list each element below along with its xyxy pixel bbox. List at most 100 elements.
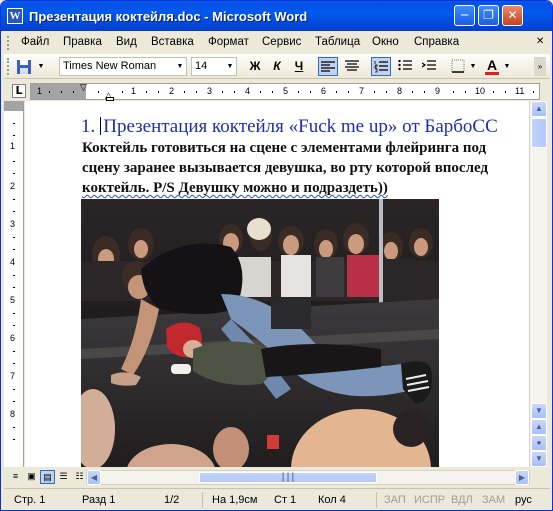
numbered-list-icon	[374, 61, 388, 73]
doc-close-icon[interactable]: ✕	[536, 36, 544, 47]
ruler-tick	[412, 91, 413, 93]
horizontal-scroll-thumb[interactable]: ┃┃┃	[199, 472, 377, 483]
close-button[interactable]: ✕	[502, 5, 523, 26]
ruler-tick	[158, 91, 159, 93]
save-button[interactable]	[14, 57, 34, 76]
status-section[interactable]: Разд 1	[82, 494, 115, 506]
title-bar[interactable]: W Презентация коктейля.doc - Microsoft W…	[1, 1, 552, 31]
previous-page-button[interactable]: ▲	[531, 419, 547, 435]
ruler-tick	[374, 91, 375, 93]
vruler-tick	[13, 135, 15, 136]
window-title: Презентация коктейля.doc - Microsoft Wor…	[29, 9, 308, 24]
ruler-number: 11	[515, 86, 525, 96]
toolbar-options-icon[interactable]: ▼	[36, 57, 46, 76]
numbered-list-button[interactable]	[371, 57, 391, 76]
vruler-number: 5	[10, 295, 16, 305]
ruler-tick	[336, 91, 337, 93]
vertical-ruler[interactable]: 1 2 3 4 5 6 7 8	[4, 101, 24, 467]
select-browse-object-button[interactable]: ●	[531, 435, 547, 451]
reading-layout-view-button[interactable]: ☷	[72, 470, 87, 484]
document-page[interactable]: 1. Презентация коктейля «Fuck me up» от Б…	[25, 101, 529, 467]
restore-button[interactable]: ❐	[478, 5, 499, 26]
status-overtype[interactable]: ЗАМ	[482, 494, 505, 506]
status-separator	[202, 492, 203, 508]
toolbar-chevron-icon[interactable]: »	[534, 57, 546, 76]
document-heading[interactable]: 1. Презентация коктейля «Fuck me up» от Б…	[81, 116, 498, 138]
web-layout-view-button[interactable]: ▣	[24, 470, 39, 484]
ruler-number: 1	[131, 86, 137, 96]
horizontal-scrollbar[interactable]: ◀ ┃┃┃ ▶	[86, 470, 530, 485]
first-line-indent-marker[interactable]: ▽	[80, 82, 87, 93]
status-column[interactable]: Кол 4	[318, 494, 346, 506]
decrease-indent-button[interactable]	[419, 57, 439, 76]
status-rec[interactable]: ЗАП	[384, 494, 406, 506]
outline-view-button[interactable]: ☰	[56, 470, 71, 484]
status-page-count[interactable]: 1/2	[164, 494, 179, 506]
menu-edit[interactable]: Правка	[63, 36, 102, 48]
bulleted-list-icon	[398, 59, 412, 71]
menu-format[interactable]: Формат	[208, 36, 249, 48]
status-page[interactable]: Стр. 1	[14, 494, 45, 506]
vruler-tick	[13, 401, 15, 402]
menu-window[interactable]: Окно	[372, 36, 399, 48]
ruler-tick	[61, 91, 62, 93]
font-color-button[interactable]: A	[482, 57, 502, 76]
status-line[interactable]: Ст 1	[274, 494, 296, 506]
font-size-dropdown-icon[interactable]: ▼	[224, 58, 236, 75]
menu-insert[interactable]: Вставка	[151, 36, 194, 48]
underline-button[interactable]: Ч	[289, 57, 309, 76]
vruler-tick	[13, 313, 15, 314]
bulleted-list-button[interactable]	[395, 57, 415, 76]
vruler-tick	[13, 427, 15, 428]
status-position[interactable]: На 1,9см	[212, 494, 257, 506]
print-layout-view-button[interactable]: ▤	[40, 470, 55, 484]
menu-file[interactable]: Файл	[21, 36, 49, 48]
align-center-icon	[345, 60, 359, 71]
embedded-photo[interactable]	[81, 199, 439, 467]
menubar-grip[interactable]	[7, 36, 10, 50]
vertical-scroll-thumb[interactable]	[531, 118, 547, 148]
menu-view[interactable]: Вид	[116, 36, 137, 48]
ruler-tick	[533, 91, 534, 93]
minimize-button[interactable]: ─	[454, 5, 475, 26]
bold-button[interactable]: Ж	[245, 57, 265, 76]
font-dropdown-icon[interactable]: ▼	[174, 58, 186, 75]
ruler-tick	[196, 91, 197, 93]
vruler-tick	[13, 389, 15, 390]
status-language[interactable]: рус	[515, 494, 532, 506]
borders-button[interactable]	[448, 57, 468, 76]
ruler-tick	[386, 91, 387, 93]
tab-selector[interactable]: L	[12, 84, 26, 98]
borders-dropdown-icon[interactable]: ▼	[468, 57, 478, 76]
ruler-tick	[348, 91, 349, 93]
align-center-button[interactable]	[342, 57, 362, 76]
scroll-left-button[interactable]: ◀	[87, 470, 101, 485]
word-app-icon[interactable]: W	[7, 8, 23, 24]
font-name-combo[interactable]: Times New Roman ▼	[59, 57, 187, 76]
ruler-tick	[260, 91, 261, 93]
status-track-changes[interactable]: ИСПР	[414, 494, 445, 506]
vruler-tick	[13, 173, 15, 174]
font-size-combo[interactable]: 14 ▼	[191, 57, 237, 76]
menu-tools[interactable]: Сервис	[262, 36, 301, 48]
font-color-dropdown-icon[interactable]: ▼	[502, 57, 512, 76]
scroll-right-button[interactable]: ▶	[515, 470, 529, 485]
document-body[interactable]: Коктейль готовиться на сцене с элементам…	[82, 138, 529, 198]
scroll-up-button[interactable]: ▲	[531, 101, 547, 117]
align-left-button[interactable]	[318, 57, 338, 76]
ruler-tick	[453, 91, 454, 93]
horizontal-ruler[interactable]: 1 ▽ △ 1 2 3 4 5 6 7 8 9 10 11	[30, 82, 540, 101]
status-extend[interactable]: ВДЛ	[451, 494, 473, 506]
vertical-scrollbar[interactable]: ▲ ▼ ▲ ● ▼	[529, 101, 547, 467]
close-icon: ✕	[507, 8, 518, 22]
vruler-tick	[13, 199, 15, 200]
normal-view-button[interactable]: ≡	[8, 470, 23, 484]
scroll-down-button[interactable]: ▼	[531, 403, 547, 419]
italic-button[interactable]: К	[267, 57, 287, 76]
menu-help[interactable]: Справка	[414, 36, 459, 48]
menu-table[interactable]: Таблица	[315, 36, 360, 48]
next-page-button[interactable]: ▼	[531, 451, 547, 467]
indent-icon	[421, 60, 436, 70]
normal-view-icon: ≡	[12, 471, 19, 481]
toolbar-grip[interactable]	[7, 58, 10, 75]
